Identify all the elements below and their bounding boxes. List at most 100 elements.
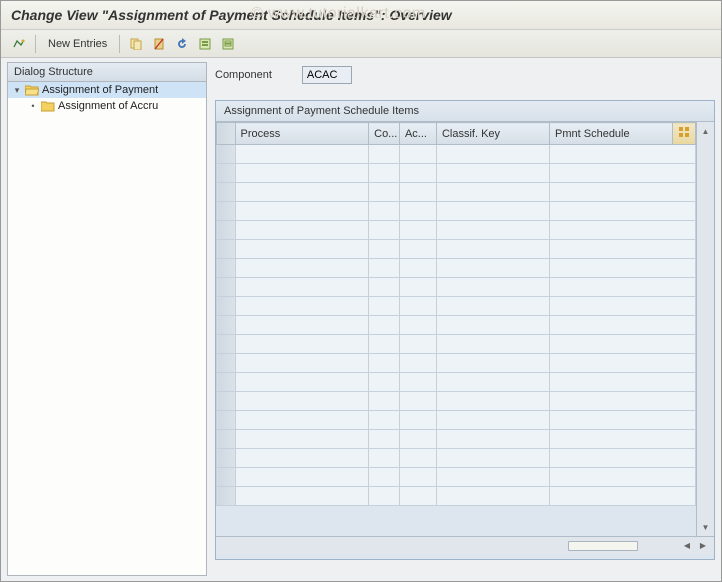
- cell-classif[interactable]: [436, 240, 549, 259]
- cell-classif[interactable]: [436, 449, 549, 468]
- column-header-classif[interactable]: Classif. Key: [436, 123, 549, 145]
- row-selector[interactable]: [217, 297, 236, 316]
- row-selector[interactable]: [217, 259, 236, 278]
- cell-process[interactable]: [235, 449, 369, 468]
- cell-ac[interactable]: [399, 259, 436, 278]
- table-row[interactable]: [217, 259, 696, 278]
- row-selector[interactable]: [217, 240, 236, 259]
- select-all-icon[interactable]: [195, 34, 215, 54]
- cell-co[interactable]: [369, 335, 400, 354]
- table-row[interactable]: [217, 335, 696, 354]
- cell-co[interactable]: [369, 202, 400, 221]
- table-row[interactable]: [217, 164, 696, 183]
- cell-ac[interactable]: [399, 335, 436, 354]
- cell-ac[interactable]: [399, 392, 436, 411]
- cell-process[interactable]: [235, 202, 369, 221]
- cell-pmnt[interactable]: [550, 373, 696, 392]
- cell-classif[interactable]: [436, 145, 549, 164]
- cell-co[interactable]: [369, 240, 400, 259]
- cell-ac[interactable]: [399, 411, 436, 430]
- cell-pmnt[interactable]: [550, 259, 696, 278]
- scroll-right-icon[interactable]: ▶: [696, 539, 710, 553]
- cell-pmnt[interactable]: [550, 411, 696, 430]
- cell-ac[interactable]: [399, 430, 436, 449]
- cell-classif[interactable]: [436, 259, 549, 278]
- cell-co[interactable]: [369, 221, 400, 240]
- cell-process[interactable]: [235, 278, 369, 297]
- cell-process[interactable]: [235, 316, 369, 335]
- cell-pmnt[interactable]: [550, 392, 696, 411]
- cell-pmnt[interactable]: [550, 487, 696, 506]
- config-column-icon[interactable]: [673, 123, 696, 145]
- row-selector[interactable]: [217, 430, 236, 449]
- scrollbar-track[interactable]: [234, 541, 678, 551]
- cell-ac[interactable]: [399, 145, 436, 164]
- cell-ac[interactable]: [399, 164, 436, 183]
- table-row[interactable]: [217, 202, 696, 221]
- table-row[interactable]: [217, 411, 696, 430]
- scrollbar-thumb[interactable]: [568, 541, 638, 551]
- cell-process[interactable]: [235, 487, 369, 506]
- cell-ac[interactable]: [399, 202, 436, 221]
- row-selector[interactable]: [217, 449, 236, 468]
- table-row[interactable]: [217, 145, 696, 164]
- cell-ac[interactable]: [399, 354, 436, 373]
- column-header-ac[interactable]: Ac...: [399, 123, 436, 145]
- row-selector-header[interactable]: [217, 123, 236, 145]
- cell-classif[interactable]: [436, 411, 549, 430]
- row-selector[interactable]: [217, 373, 236, 392]
- table-row[interactable]: [217, 430, 696, 449]
- table-row[interactable]: [217, 297, 696, 316]
- cell-co[interactable]: [369, 259, 400, 278]
- cell-pmnt[interactable]: [550, 468, 696, 487]
- cell-classif[interactable]: [436, 183, 549, 202]
- table-row[interactable]: [217, 449, 696, 468]
- cell-classif[interactable]: [436, 202, 549, 221]
- cell-pmnt[interactable]: [550, 240, 696, 259]
- cell-co[interactable]: [369, 183, 400, 202]
- cell-process[interactable]: [235, 240, 369, 259]
- cell-pmnt[interactable]: [550, 430, 696, 449]
- cell-co[interactable]: [369, 392, 400, 411]
- cell-ac[interactable]: [399, 183, 436, 202]
- table-row[interactable]: [217, 221, 696, 240]
- tree-node-payment[interactable]: ▾ Assignment of Payment: [8, 82, 206, 98]
- row-selector[interactable]: [217, 183, 236, 202]
- cell-process[interactable]: [235, 411, 369, 430]
- cell-classif[interactable]: [436, 278, 549, 297]
- cell-classif[interactable]: [436, 354, 549, 373]
- toggle-icon[interactable]: [9, 34, 29, 54]
- cell-classif[interactable]: [436, 221, 549, 240]
- table-row[interactable]: [217, 487, 696, 506]
- cell-classif[interactable]: [436, 316, 549, 335]
- scroll-left-icon[interactable]: ◀: [680, 539, 694, 553]
- row-selector[interactable]: [217, 164, 236, 183]
- cell-classif[interactable]: [436, 335, 549, 354]
- cell-pmnt[interactable]: [550, 297, 696, 316]
- new-entries-button[interactable]: New Entries: [42, 36, 113, 52]
- cell-co[interactable]: [369, 164, 400, 183]
- row-selector[interactable]: [217, 278, 236, 297]
- cell-ac[interactable]: [399, 221, 436, 240]
- row-selector[interactable]: [217, 487, 236, 506]
- cell-co[interactable]: [369, 145, 400, 164]
- tree-toggle-icon[interactable]: ▾: [12, 85, 22, 96]
- cell-ac[interactable]: [399, 316, 436, 335]
- row-selector[interactable]: [217, 145, 236, 164]
- cell-ac[interactable]: [399, 487, 436, 506]
- cell-process[interactable]: [235, 145, 369, 164]
- cell-classif[interactable]: [436, 373, 549, 392]
- cell-process[interactable]: [235, 335, 369, 354]
- cell-co[interactable]: [369, 411, 400, 430]
- deselect-all-icon[interactable]: [218, 34, 238, 54]
- cell-co[interactable]: [369, 297, 400, 316]
- row-selector[interactable]: [217, 392, 236, 411]
- table-row[interactable]: [217, 392, 696, 411]
- table-row[interactable]: [217, 468, 696, 487]
- row-selector[interactable]: [217, 202, 236, 221]
- cell-classif[interactable]: [436, 468, 549, 487]
- cell-pmnt[interactable]: [550, 221, 696, 240]
- cell-process[interactable]: [235, 164, 369, 183]
- scroll-down-icon[interactable]: ▼: [699, 520, 713, 534]
- cell-co[interactable]: [369, 316, 400, 335]
